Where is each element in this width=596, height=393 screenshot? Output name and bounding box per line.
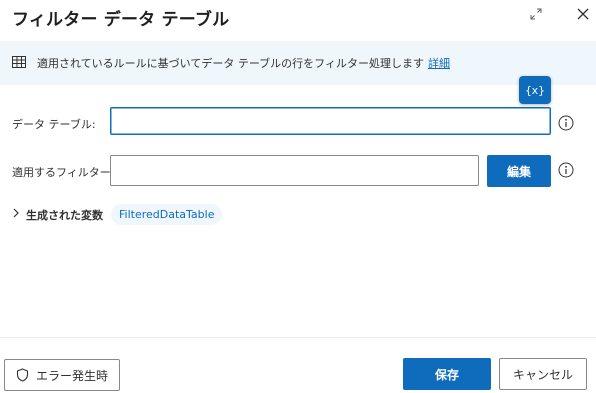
info-banner: 適用されているルールに基づいてデータ テーブルの行をフィルター処理します 詳細 [0, 41, 596, 85]
chevron-right-icon[interactable] [10, 207, 22, 219]
filter-info-icon[interactable] [558, 162, 574, 178]
filter-input[interactable] [110, 155, 479, 186]
expand-icon[interactable] [528, 6, 544, 22]
on-error-label: エラー発生時 [35, 368, 108, 383]
learn-more-link[interactable]: 詳細 [428, 57, 450, 70]
edit-filter-button[interactable]: 編集 [487, 155, 551, 187]
on-error-button[interactable]: エラー発生時 [4, 359, 120, 391]
produced-variables-label[interactable]: 生成された変数 [26, 207, 103, 223]
footer-divider [0, 337, 596, 338]
filter-label: 適用するフィルター : [12, 166, 118, 179]
cancel-button[interactable]: キャンセル [499, 358, 587, 390]
data-table-info-icon[interactable] [558, 115, 574, 131]
save-button[interactable]: 保存 [403, 358, 491, 390]
info-description: 適用されているルールに基づいてデータ テーブルの行をフィルター処理します [37, 57, 424, 70]
data-table-input[interactable] [110, 107, 551, 135]
table-icon [12, 56, 26, 68]
close-icon[interactable] [574, 5, 592, 23]
info-text: 適用されているルールに基づいてデータ テーブルの行をフィルター処理します 詳細 [37, 55, 450, 71]
dialog-title: フィルター データ テーブル [12, 10, 230, 30]
data-table-label: データ テーブル: [12, 118, 96, 131]
variable-picker-button[interactable]: {x} [519, 76, 551, 104]
shield-icon [16, 368, 29, 382]
variable-chip[interactable]: FilteredDataTable [111, 204, 223, 225]
